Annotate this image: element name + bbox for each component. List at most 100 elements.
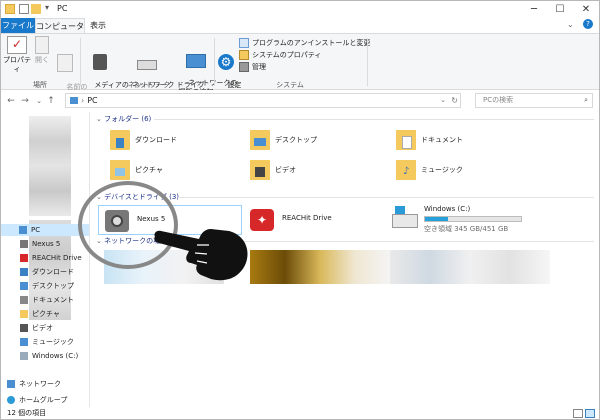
forward-arrow-icon[interactable]: → xyxy=(19,94,31,108)
tab-file[interactable]: ファイル xyxy=(1,18,35,33)
nav-item-music[interactable]: ミュージック xyxy=(20,336,74,348)
folder-download[interactable]: ダウンロード xyxy=(110,130,240,152)
drive-icon xyxy=(20,352,28,360)
open-button[interactable]: 開く xyxy=(31,36,53,65)
folder-music[interactable]: ♪ ミュージック xyxy=(396,160,526,182)
nav-pc-label: PC xyxy=(31,226,41,234)
manage-label: 管理 xyxy=(252,63,266,71)
status-bar: 12 個の項目 xyxy=(1,407,599,419)
gear-icon: ⚙ xyxy=(218,54,234,70)
nav-item-documents[interactable]: ドキュメント xyxy=(20,294,74,306)
nav-item-pc[interactable]: PC xyxy=(1,224,89,236)
search-icon: ⌕ xyxy=(584,96,588,104)
device-windows-c[interactable]: Windows (C:) 空き領域 345 GB/451 GB xyxy=(386,205,586,235)
section-folders[interactable]: ⌄ フォルダー (6) xyxy=(96,114,596,124)
capacity-fill xyxy=(425,217,448,221)
blurred-quick-access xyxy=(29,116,71,216)
nav-item-reachit[interactable]: REACHit Drive xyxy=(20,252,82,264)
back-arrow-icon[interactable]: ← xyxy=(5,94,17,108)
nav-item-homegroup[interactable]: ホームグループ xyxy=(7,394,67,406)
properties-quick-icon[interactable] xyxy=(19,4,29,14)
folder-documents[interactable]: ドキュメント xyxy=(396,130,526,152)
path-segment-pc[interactable]: PC xyxy=(87,96,97,105)
device-windows-label: Windows (C:) xyxy=(424,205,471,213)
camera-icon xyxy=(20,240,28,248)
group-network-label: ネットワーク xyxy=(128,81,170,89)
title-bar: ▾ PC ─ ☐ ✕ xyxy=(1,1,599,18)
open-label: 開く xyxy=(35,56,49,64)
ribbon-collapse-icon[interactable]: ⌄ xyxy=(567,20,574,29)
nav-item-pictures[interactable]: ピクチャ xyxy=(20,308,60,320)
reachit-icon: ✦ xyxy=(250,209,274,231)
capacity-bar xyxy=(424,216,522,222)
programs-icon xyxy=(239,38,249,48)
download-folder-icon xyxy=(20,268,28,276)
folder-pictures[interactable]: ピクチャ xyxy=(110,160,240,182)
tab-view[interactable]: 表示 xyxy=(85,18,111,33)
blurred-network-location xyxy=(250,250,390,284)
nav-item-nexus[interactable]: Nexus 5 xyxy=(20,238,60,250)
reachit-icon xyxy=(20,254,28,262)
nav-item-desktop[interactable]: デスクトップ xyxy=(20,280,74,292)
up-arrow-icon[interactable]: ↑ xyxy=(45,94,57,108)
nav-item-network[interactable]: ネットワーク xyxy=(7,378,61,390)
music-folder-icon xyxy=(20,338,28,346)
search-placeholder: PCの検索 xyxy=(483,96,514,104)
nav-reachit-label: REACHit Drive xyxy=(32,254,82,262)
search-input[interactable]: PCの検索 ⌕ xyxy=(475,93,593,108)
open-icon xyxy=(35,36,49,54)
quick-access-dropdown-icon[interactable]: ▾ xyxy=(45,3,49,12)
pc-small-icon xyxy=(70,97,78,104)
path-chevron-icon[interactable]: › xyxy=(81,96,84,105)
tab-computer[interactable]: コンピューター xyxy=(35,18,85,46)
pictures-folder-icon xyxy=(20,310,28,318)
rename-icon xyxy=(57,54,73,72)
device-reachit[interactable]: ✦ REACHit Drive xyxy=(244,205,384,235)
desktop-folder-icon xyxy=(250,130,270,150)
blurred-network-location xyxy=(390,250,550,284)
nav-item-videos[interactable]: ビデオ xyxy=(20,322,53,334)
group-location-label: 場所 xyxy=(33,81,47,89)
help-icon[interactable]: ? xyxy=(583,19,593,29)
uninstall-program-button[interactable]: プログラムのアンインストールと変更 xyxy=(239,38,370,48)
close-button[interactable]: ✕ xyxy=(573,1,599,18)
new-folder-quick-icon[interactable] xyxy=(31,4,41,14)
details-view-icon[interactable] xyxy=(573,409,583,418)
maximize-button[interactable]: ☐ xyxy=(547,1,573,18)
path-dropdown-icon[interactable]: ⌄ xyxy=(440,94,446,107)
folder-videos[interactable]: ビデオ xyxy=(250,160,380,182)
properties-button[interactable]: ✓ プロパティ xyxy=(3,36,31,74)
collapse-chevron-icon[interactable]: ⌄ xyxy=(96,115,102,123)
ribbon-separator xyxy=(367,38,368,86)
folder-download-label: ダウンロード xyxy=(135,136,177,144)
desktop-folder-icon xyxy=(20,282,28,290)
nav-desktop-label: デスクトップ xyxy=(32,282,74,290)
folder-documents-label: ドキュメント xyxy=(421,136,463,144)
manage-button[interactable]: 管理 xyxy=(239,62,266,72)
system-properties-button[interactable]: システムのプロパティ xyxy=(239,50,321,60)
ribbon: ✓ プロパティ 開く 名前の 変更 場所 メディアの 接続と切断 ネットワーク … xyxy=(1,33,599,100)
folder-desktop-label: デスクトップ xyxy=(275,136,317,144)
windows-drive-icon xyxy=(392,206,418,228)
network-location-icon xyxy=(186,54,206,68)
nav-windows-label: Windows (C:) xyxy=(32,352,79,360)
network-drive-icon xyxy=(137,60,157,70)
folder-videos-label: ビデオ xyxy=(275,166,296,174)
minimize-button[interactable]: ─ xyxy=(521,1,547,18)
nav-item-download[interactable]: ダウンロード xyxy=(20,266,74,278)
nav-documents-label: ドキュメント xyxy=(32,296,74,304)
explorer-window: ▾ PC ─ ☐ ✕ ファイル コンピューター 表示 ⌄ ? ✓ プロパティ 開… xyxy=(0,0,600,420)
uninstall-label: プログラムのアンインストールと変更 xyxy=(252,39,371,47)
folder-desktop[interactable]: デスクトップ xyxy=(250,130,380,152)
folder-pictures-label: ピクチャ xyxy=(135,166,163,174)
nav-videos-label: ビデオ xyxy=(32,324,53,332)
large-icons-view-icon[interactable] xyxy=(585,409,595,418)
refresh-icon[interactable]: ↻ xyxy=(451,94,458,107)
section-divider xyxy=(154,119,594,120)
nav-item-windows-c[interactable]: Windows (C:) xyxy=(20,350,78,362)
properties-label: プロパティ xyxy=(3,56,31,73)
section-devices[interactable]: ⌄ デバイスとドライブ (3) xyxy=(96,192,596,202)
path-box[interactable]: › PC ⌄ ↻ xyxy=(65,93,461,108)
item-count: 12 個の項目 xyxy=(7,409,47,417)
recent-chevron-icon[interactable]: ⌄ xyxy=(33,94,45,108)
